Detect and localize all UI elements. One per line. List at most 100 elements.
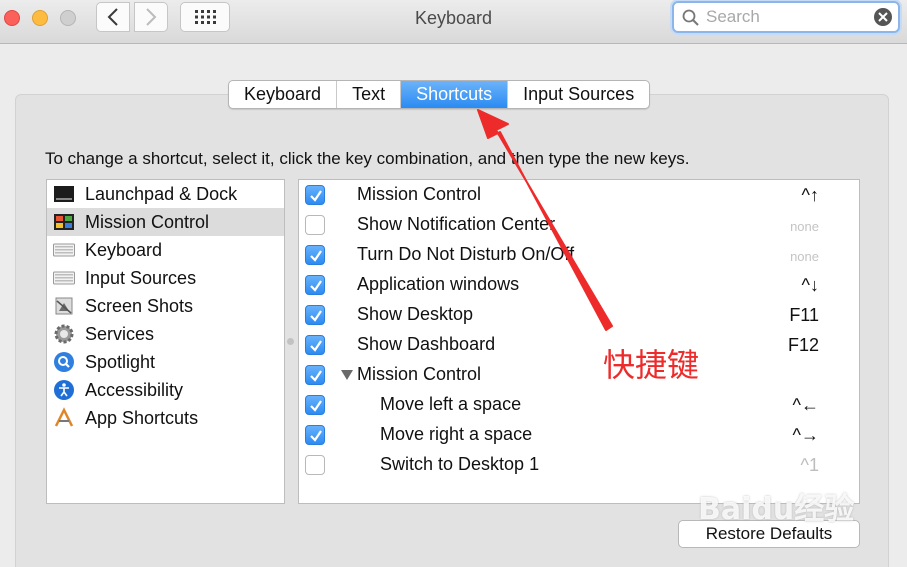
shortcut-row[interactable]: Show Notification Center none: [299, 210, 859, 240]
shortcut-key[interactable]: ^↑: [802, 185, 819, 206]
shortcut-row[interactable]: Mission Control ^↑: [299, 180, 859, 210]
category-app-shortcuts[interactable]: App Shortcuts: [47, 404, 284, 432]
shortcut-label: Show Dashboard: [357, 334, 496, 354]
shortcut-key[interactable]: none: [790, 219, 819, 234]
shortcut-checkbox[interactable]: [305, 185, 325, 205]
shortcut-row[interactable]: Show Desktop F11: [299, 300, 859, 330]
shortcut-label: Move left a space: [380, 394, 522, 414]
shortcut-group-row[interactable]: Mission Control: [299, 360, 859, 390]
shortcut-checkbox[interactable]: [305, 245, 325, 265]
shortcut-checkbox[interactable]: [305, 215, 325, 235]
minimize-window-button[interactable]: [32, 10, 48, 26]
services-gear-icon: [53, 323, 75, 345]
category-label: App Shortcuts: [85, 407, 199, 428]
search-input[interactable]: [706, 6, 866, 28]
category-label: Input Sources: [85, 267, 197, 288]
category-spotlight[interactable]: Spotlight: [47, 348, 284, 376]
checkmark-icon: [310, 190, 322, 202]
shortcut-key[interactable]: ^↓: [802, 275, 819, 296]
shortcut-key[interactable]: ^1: [801, 455, 819, 476]
shortcut-checkbox[interactable]: [305, 425, 325, 445]
disclosure-triangle-icon[interactable]: [341, 370, 353, 380]
category-keyboard[interactable]: Keyboard: [47, 236, 284, 264]
checkmark-icon: [310, 340, 322, 352]
shortcut-key[interactable]: ^←: [793, 395, 819, 416]
mission-control-icon: [53, 211, 75, 233]
tab-text[interactable]: Text: [337, 81, 402, 108]
shortcut-row[interactable]: Move left a space ^←: [299, 390, 859, 420]
category-label: Accessibility: [85, 379, 184, 400]
shortcut-list: Mission Control ^↑ Show Notification Cen…: [298, 179, 860, 504]
shortcut-label: Show Desktop: [357, 304, 474, 324]
checkmark-icon: [310, 370, 322, 382]
shortcut-key[interactable]: ^→: [793, 425, 819, 446]
annotation-label: 快捷键: [603, 346, 700, 384]
show-all-button[interactable]: [180, 2, 230, 32]
category-launchpad-dock[interactable]: Launchpad & Dock: [47, 180, 284, 208]
category-accessibility[interactable]: Accessibility: [47, 376, 284, 404]
category-label: Mission Control: [85, 211, 210, 232]
search-field[interactable]: [672, 1, 900, 33]
instructions-text: To change a shortcut, select it, click t…: [45, 149, 690, 168]
category-label: Screen Shots: [85, 295, 194, 316]
chevron-left-icon: [107, 8, 118, 26]
checkmark-icon: [310, 310, 322, 322]
shortcut-group-label: Mission Control: [357, 364, 482, 384]
close-icon: [878, 12, 888, 22]
shortcut-row[interactable]: Switch to Desktop 1 ^1: [299, 450, 859, 480]
shortcut-checkbox[interactable]: [305, 335, 325, 355]
checkmark-icon: [310, 430, 322, 442]
shortcut-row[interactable]: Move right a space ^→: [299, 420, 859, 450]
forward-button[interactable]: [134, 2, 168, 32]
category-services[interactable]: Services: [47, 320, 284, 348]
shortcut-label: Switch to Desktop 1: [380, 454, 540, 474]
launchpad-dock-icon: [53, 183, 75, 205]
category-screen-shots[interactable]: Screen Shots: [47, 292, 284, 320]
checkmark-icon: [310, 250, 322, 262]
shortcut-row[interactable]: Show Dashboard F12: [299, 330, 859, 360]
checkmark-icon: [310, 280, 322, 292]
shortcut-label: Show Notification Center: [357, 214, 556, 234]
keyboard-icon: [53, 239, 75, 261]
tab-shortcuts[interactable]: Shortcuts: [401, 81, 509, 108]
checkmark-icon: [310, 400, 322, 412]
shortcut-label: Move right a space: [380, 424, 533, 444]
split-view-divider[interactable]: [287, 338, 294, 345]
category-label: Launchpad & Dock: [85, 183, 238, 204]
input-sources-icon: [53, 267, 75, 289]
tab-bar: Keyboard Text Shortcuts Input Sources: [228, 80, 651, 109]
shortcut-key[interactable]: F11: [789, 305, 819, 326]
shortcut-label: Mission Control: [357, 184, 482, 204]
tab-input-sources[interactable]: Input Sources: [508, 81, 649, 108]
category-list: Launchpad & Dock Mission Control Keyboar…: [46, 179, 285, 504]
shortcut-label: Application windows: [357, 274, 520, 294]
title-bar: Keyboard: [0, 0, 907, 44]
shortcut-label: Turn Do Not Disturb On/Off: [357, 244, 575, 264]
watermark: Baidu经验: [698, 492, 855, 527]
shortcut-row[interactable]: Turn Do Not Disturb On/Off none: [299, 240, 859, 270]
screen-shots-icon: [53, 295, 75, 317]
tab-keyboard[interactable]: Keyboard: [229, 81, 338, 108]
shortcut-checkbox[interactable]: [305, 305, 325, 325]
category-label: Services: [85, 323, 155, 344]
shortcut-checkbox[interactable]: [305, 455, 325, 475]
category-input-sources[interactable]: Input Sources: [47, 264, 284, 292]
shortcut-checkbox[interactable]: [305, 275, 325, 295]
category-label: Keyboard: [85, 239, 163, 260]
close-window-button[interactable]: [4, 10, 20, 26]
chevron-right-icon: [146, 8, 157, 26]
category-label: Spotlight: [85, 351, 156, 372]
category-mission-control[interactable]: Mission Control: [47, 208, 284, 236]
shortcut-row[interactable]: Application windows ^↓: [299, 270, 859, 300]
search-icon: [682, 9, 699, 26]
shortcut-key[interactable]: F12: [788, 335, 819, 356]
grid-icon: [195, 10, 216, 24]
zoom-window-button[interactable]: [60, 10, 76, 26]
back-button[interactable]: [96, 2, 130, 32]
clear-search-button[interactable]: [874, 8, 892, 26]
shortcut-key[interactable]: none: [790, 249, 819, 264]
app-shortcuts-icon: [53, 407, 75, 429]
shortcut-checkbox[interactable]: [305, 395, 325, 415]
shortcut-checkbox[interactable]: [305, 365, 325, 385]
accessibility-icon: [53, 379, 75, 401]
